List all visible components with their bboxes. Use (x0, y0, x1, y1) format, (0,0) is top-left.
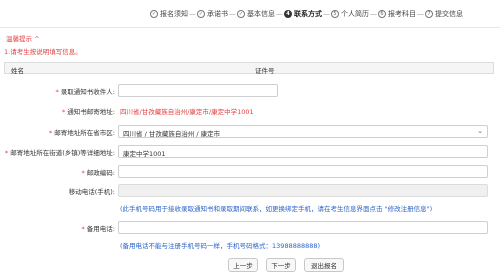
region-select-value: 四川省 / 甘孜藏族自治州 / 康定市 (123, 130, 221, 138)
step-label: 提交信息 (435, 10, 463, 18)
exit-registration-button[interactable]: 退出报名 (304, 258, 344, 272)
region-select[interactable]: 四川省 / 甘孜藏族自治州 / 康定市 ⌄ (118, 125, 488, 138)
next-step-button[interactable]: 下一步 (266, 258, 296, 272)
backup-phone-input[interactable] (118, 221, 488, 234)
recipient-label: * 录取通知书收件人: (55, 88, 115, 96)
notice-address-label: * 通知书邮寄地址: (61, 108, 115, 116)
step-separator: — (189, 10, 196, 18)
step-number-icon: 6 (378, 10, 386, 18)
step-2: ✓ 承诺书 (197, 9, 228, 19)
prev-step-button[interactable]: 上一步 (228, 258, 258, 272)
step-4: 4 联系方式 (284, 9, 322, 19)
postcode-label: * 邮政编码: (81, 169, 115, 177)
step-separator: — (370, 10, 377, 18)
check-icon: ✓ (197, 10, 205, 18)
street-address-label: * 邮寄地址所在街道(乡镇)等详细地址: (4, 149, 115, 157)
applicant-info-row: 姓名 证件号 (4, 62, 494, 75)
mobile-input (118, 184, 488, 197)
backup-phone-label: * 备用电话: (81, 225, 115, 233)
step-7: 7 提交信息 (425, 9, 463, 19)
header-divider (0, 27, 500, 28)
step-label: 报考科目 (388, 10, 416, 18)
step-6: 6 报考科目 (378, 9, 416, 19)
tips-toggle[interactable]: 温馨提示 ^ (6, 33, 40, 43)
step-label: 报名须知 (160, 10, 188, 18)
step-separator: — (417, 10, 424, 18)
chevron-down-icon[interactable]: ⌄ (477, 127, 483, 135)
step-number-icon: 5 (331, 10, 339, 18)
mobile-note: (此手机号码用于接收录取通知书和录取期间联系，如更换绑定手机，请在考生信息界面点… (120, 205, 433, 213)
region-label: * 邮寄地址所在省市区: (48, 129, 115, 137)
step-5: 5 个人简历 (331, 9, 369, 19)
step-label: 基本信息 (247, 10, 275, 18)
id-number-label: 证件号 (255, 67, 275, 75)
step-label: 承诺书 (207, 10, 228, 18)
notice-address-value: 四川省/甘孜藏族自治州/康定市/康定中学1001 (120, 108, 254, 116)
step-label: 个人简历 (341, 10, 369, 18)
check-icon: ✓ (150, 10, 158, 18)
step-3: ✓ 基本信息 (237, 9, 275, 19)
recipient-input[interactable] (118, 84, 278, 97)
step-label: 联系方式 (294, 10, 322, 18)
mobile-label: 移动电话(手机): (68, 188, 115, 196)
postcode-input[interactable] (118, 165, 488, 178)
step-1: ✓ 报名须知 (150, 9, 188, 19)
name-label: 姓名 (11, 67, 24, 75)
check-icon: ✓ (237, 10, 245, 18)
step-progress-bar: ✓ 报名须知 — ✓ 承诺书 — ✓ 基本信息 —4 联系方式 —5 个人简历 —6 报考科目 —7 提交信息 (150, 9, 463, 19)
street-address-input[interactable]: 康定中学1001 (118, 145, 488, 158)
tips-text: 1.请考生按说明填写信息。 (4, 48, 82, 56)
backup-phone-note: (备用电话不能与注册手机号码一样，手机号码格式：13988888888) (120, 242, 321, 250)
step-number-icon: 4 (284, 10, 292, 18)
step-separator: — (276, 10, 283, 18)
step-number-icon: 7 (425, 10, 433, 18)
step-separator: — (229, 10, 236, 18)
step-separator: — (323, 10, 330, 18)
